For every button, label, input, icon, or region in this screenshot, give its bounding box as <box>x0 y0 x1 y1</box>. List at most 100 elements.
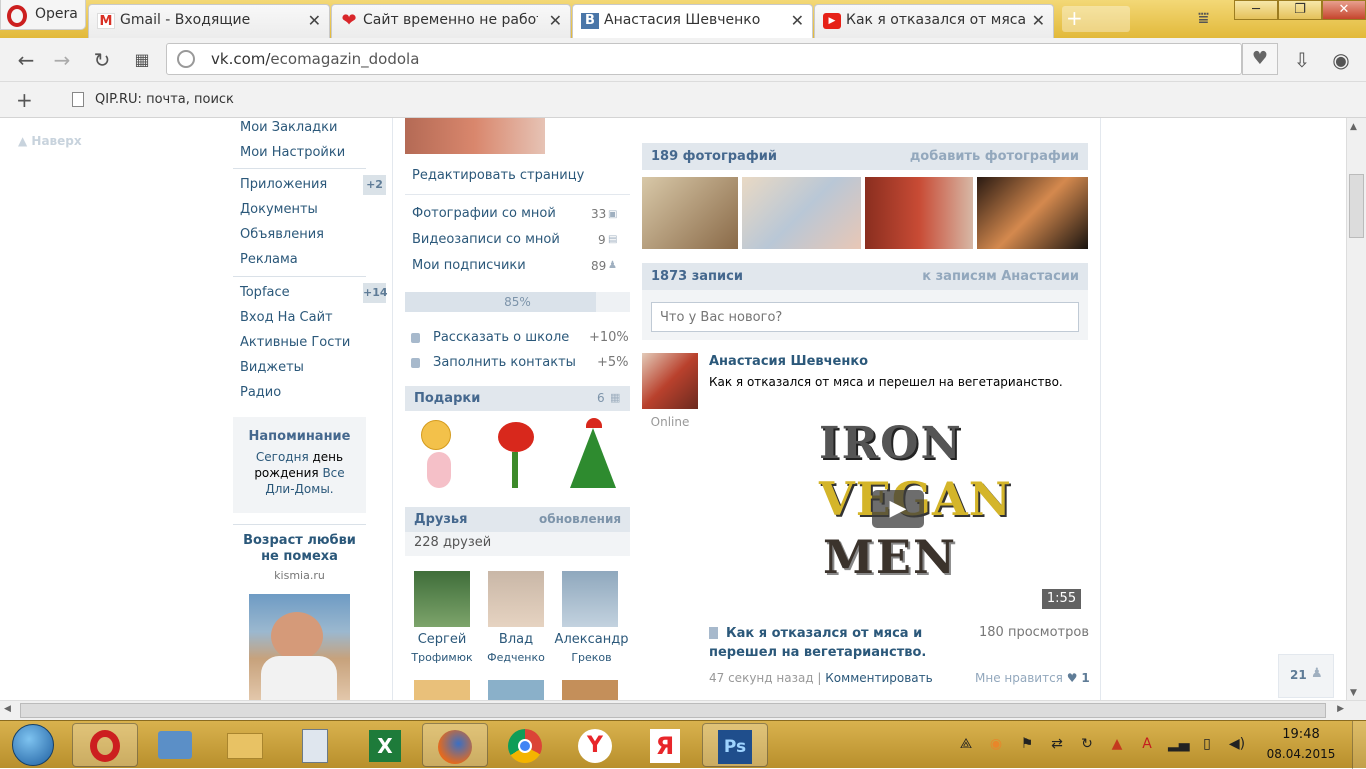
close-icon[interactable]: ✕ <box>549 11 562 30</box>
taskbar-explorer[interactable] <box>212 723 278 767</box>
close-icon[interactable]: ✕ <box>1032 11 1045 30</box>
photos-header[interactable]: 189 фотографий добавить фотографии <box>642 143 1088 170</box>
close-icon[interactable]: ✕ <box>791 11 804 30</box>
taskbar-yandex[interactable]: Я <box>632 723 698 767</box>
edit-page-link[interactable]: Редактировать страницу <box>412 168 584 183</box>
scroll-right-icon[interactable]: ▶ <box>1337 704 1344 714</box>
show-desktop-button[interactable] <box>1352 721 1366 769</box>
taskbar-firefox[interactable] <box>422 723 488 767</box>
play-icon[interactable]: ▶ <box>872 490 924 528</box>
photos-with-me-link[interactable]: Фотографии со мной <box>412 206 556 221</box>
gift-christmas-tree-icon[interactable] <box>562 418 624 492</box>
close-window-button[interactable]: ✕ <box>1322 0 1366 20</box>
friends-updates-link[interactable]: обновления <box>539 512 621 526</box>
friend-last-name[interactable]: Трофимюк <box>405 651 479 664</box>
videos-with-me-link[interactable]: Видеозаписи со мной <box>412 232 560 247</box>
vertical-scrollbar[interactable]: ▲ ▼ <box>1346 118 1366 702</box>
menu-apps[interactable]: Приложения <box>240 177 327 192</box>
menu-settings[interactable]: Мои Настройки <box>240 145 345 160</box>
flag-icon[interactable]: ⚑ <box>1018 735 1036 753</box>
taskbar-chrome[interactable] <box>492 723 558 767</box>
topface-badge[interactable]: +14 <box>363 283 388 303</box>
clock-time[interactable]: 19:48 <box>1262 727 1340 742</box>
menu-active-guests[interactable]: Активные Гости <box>240 335 350 350</box>
stash-heart-icon[interactable]: ♥ <box>1242 43 1278 75</box>
gift-roses-icon[interactable] <box>492 418 540 492</box>
gifts-header[interactable]: Подарки 6 ▦ <box>405 386 630 411</box>
reminder-today-link[interactable]: Сегодня <box>256 450 309 464</box>
taskbar-remote-desktop[interactable] <box>142 723 208 767</box>
apps-badge[interactable]: +2 <box>363 175 386 195</box>
profile-progress-bar[interactable]: 85% <box>405 292 630 312</box>
taskbar-opera[interactable] <box>72 723 138 767</box>
horizontal-scrollbar[interactable]: ◀ ▶ <box>0 700 1366 720</box>
friend-last-name[interactable]: Федченко <box>479 651 553 664</box>
tray-network-icon[interactable]: ⟁ <box>957 735 975 753</box>
start-button[interactable] <box>12 724 54 766</box>
scroll-left-icon[interactable]: ◀ <box>4 704 11 714</box>
download-icon[interactable]: ⇩ <box>1290 48 1314 72</box>
volume-icon[interactable]: ◀) <box>1228 735 1246 753</box>
scroll-up-icon[interactable]: ▲ <box>1350 122 1357 132</box>
add-photos-link[interactable]: добавить фотографии <box>910 149 1079 164</box>
signal-icon[interactable]: ▂▄ <box>1168 735 1190 753</box>
subscribers-link[interactable]: Мои подписчики <box>412 258 526 273</box>
clock-date[interactable]: 08.04.2015 <box>1262 747 1340 761</box>
task-contacts-link[interactable]: Заполнить контакты <box>433 355 576 370</box>
friends-header[interactable]: Друзья обновления <box>405 507 630 532</box>
friend-first-name[interactable]: Александр <box>553 632 630 647</box>
tab-gmail[interactable]: M Gmail - Входящие ✕ <box>88 4 330 38</box>
menu-documents[interactable]: Документы <box>240 202 318 217</box>
h-scrollbar-thumb[interactable] <box>20 703 1326 718</box>
menu-login-site[interactable]: Вход На Сайт <box>240 310 333 325</box>
task-school-link[interactable]: Рассказать о школе <box>433 330 569 345</box>
photo-thumbnail[interactable] <box>977 177 1088 249</box>
tab-menu-icon[interactable]: ⩸ <box>1198 8 1209 29</box>
friend-avatar[interactable] <box>562 680 618 702</box>
account-icon[interactable]: ◉ <box>1329 48 1353 72</box>
friend-first-name[interactable]: Сергей <box>405 632 479 647</box>
post-author-name[interactable]: Анастасия Шевченко <box>709 354 868 369</box>
bookmark-qip[interactable]: QIP.RU: почта, поиск <box>95 92 234 107</box>
post-time-text[interactable]: 47 секунд назад <box>709 671 814 685</box>
menu-topface[interactable]: Topface <box>240 285 290 300</box>
video-player[interactable]: IRON VEGAN MEN ▶ 1:55 <box>709 402 1085 611</box>
menu-radio[interactable]: Радио <box>240 385 281 400</box>
photo-thumbnail[interactable] <box>642 177 738 249</box>
gift-bunny-icon[interactable] <box>417 418 463 492</box>
comment-link[interactable]: Комментировать <box>825 671 932 685</box>
add-bookmark-icon[interactable]: + <box>16 88 33 112</box>
tab-vk-profile[interactable]: B Анастасия Шевченко ✕ <box>572 4 813 38</box>
scroll-to-top[interactable]: ▲ Наверх <box>18 134 82 148</box>
friend-avatar[interactable] <box>414 680 470 702</box>
friend-avatar[interactable] <box>562 571 618 627</box>
taskbar-calculator[interactable] <box>282 723 348 767</box>
scroll-down-icon[interactable]: ▼ <box>1350 688 1357 698</box>
friend-avatar[interactable] <box>488 680 544 702</box>
friend-avatar[interactable] <box>414 571 470 627</box>
taskbar-excel[interactable]: X <box>352 723 418 767</box>
scrollbar-thumb[interactable] <box>1349 174 1364 238</box>
tray-adobe-icon[interactable]: A <box>1138 735 1156 753</box>
video-title-link[interactable]: Как я отказался от мяса и перешел на вег… <box>709 624 975 662</box>
address-bar[interactable]: vk.com/ecomagazin_dodola <box>166 43 1242 75</box>
wall-records-link[interactable]: к записям Анастасии <box>922 269 1079 284</box>
minimize-button[interactable]: ─ <box>1234 0 1278 20</box>
speed-dial-icon[interactable]: ▦ <box>130 48 154 72</box>
like-button[interactable]: Мне нравится ♥ 1 <box>975 671 1090 685</box>
ad-title[interactable]: Возраст любви не помеха <box>233 533 366 565</box>
friend-avatar[interactable] <box>488 571 544 627</box>
profile-avatar[interactable] <box>405 118 545 154</box>
site-info-icon[interactable] <box>177 50 195 68</box>
battery-icon[interactable]: ▯ <box>1198 735 1216 753</box>
friends-count[interactable]: 228 друзей <box>405 532 630 556</box>
photo-thumbnail[interactable] <box>865 177 973 249</box>
ad-domain[interactable]: kismia.ru <box>233 569 366 582</box>
tab-site-down[interactable]: ❤ Сайт временно не работает ✕ <box>331 4 571 38</box>
back-icon[interactable]: ← <box>14 48 38 72</box>
close-icon[interactable]: ✕ <box>308 11 321 30</box>
tray-app-icon[interactable]: ◉ <box>987 735 1005 753</box>
taskbar-photoshop[interactable]: Ps <box>702 723 768 767</box>
taskbar-yandex-browser[interactable]: Y <box>562 723 628 767</box>
ad-image[interactable] <box>249 594 350 702</box>
